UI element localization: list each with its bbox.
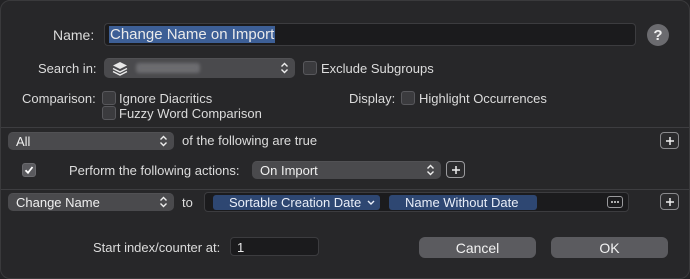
match-mode-popup[interactable]: All (8, 132, 174, 150)
separator (1, 127, 689, 128)
updown-chevron-icon (160, 196, 167, 208)
action-popup[interactable]: Change Name (8, 193, 174, 211)
help-icon: ? (653, 26, 663, 44)
perform-actions-label: Perform the following actions: (69, 163, 240, 178)
plus-icon (665, 136, 674, 145)
display-label: Display: (349, 91, 396, 106)
name-field[interactable]: Change Name on Import (104, 23, 636, 46)
cancel-button[interactable]: Cancel (419, 237, 536, 258)
perform-actions-checkbox[interactable] (22, 163, 36, 177)
ok-label: OK (599, 239, 620, 256)
token-label: Name Without Date (405, 195, 519, 210)
action-value: Change Name (16, 194, 100, 210)
checkmark-icon (24, 166, 34, 175)
add-condition-button[interactable] (660, 132, 679, 149)
exclude-subgroups-label: Exclude Subgroups (321, 61, 434, 76)
smart-rule-dialog: Name: Change Name on Import ? Search in:… (0, 0, 690, 279)
updown-chevron-icon (427, 164, 434, 176)
search-in-label: Search in: (38, 61, 97, 76)
ignore-diacritics-label: Ignore Diacritics (119, 91, 213, 106)
separator (1, 189, 689, 190)
ignore-diacritics-checkbox[interactable] (102, 91, 116, 105)
cancel-label: Cancel (455, 239, 500, 256)
trigger-popup[interactable]: On Import (252, 161, 441, 179)
name-without-date-token[interactable]: Name Without Date (389, 195, 537, 210)
database-stack-icon (112, 61, 128, 76)
ok-button[interactable]: OK (551, 237, 668, 258)
add-trigger-button[interactable] (446, 161, 465, 178)
add-action-button[interactable] (660, 193, 679, 210)
updown-chevron-icon (160, 135, 167, 147)
plus-icon (451, 165, 460, 174)
ellipsis-icon (611, 201, 619, 203)
plus-icon (665, 197, 674, 206)
fuzzy-word-checkbox[interactable] (102, 106, 116, 120)
to-label: to (182, 195, 193, 210)
start-index-field[interactable]: 1 (230, 237, 319, 256)
match-suffix-label: of the following are true (182, 133, 318, 148)
match-mode-value: All (16, 133, 31, 149)
name-label: Name: (53, 27, 95, 43)
exclude-subgroups-checkbox[interactable] (303, 61, 317, 75)
sortable-creation-date-token[interactable]: Sortable Creation Date (213, 195, 380, 210)
start-index-label: Start index/counter at: (93, 240, 221, 255)
highlight-occurrences-label: Highlight Occurrences (419, 91, 547, 106)
search-in-popup[interactable] (104, 58, 295, 78)
fuzzy-word-label: Fuzzy Word Comparison (119, 106, 262, 121)
start-index-value: 1 (237, 240, 245, 255)
highlight-occurrences-checkbox[interactable] (401, 91, 415, 105)
insert-placeholder-button[interactable] (607, 196, 623, 208)
trigger-value: On Import (260, 162, 318, 178)
name-field-text: Change Name on Import (109, 26, 276, 43)
name-format-field[interactable]: Sortable Creation Date Name Without Date (204, 192, 629, 212)
chevron-down-icon (367, 200, 375, 205)
help-button[interactable]: ? (647, 24, 669, 46)
updown-chevron-icon (281, 62, 288, 74)
database-name-redacted (136, 63, 200, 73)
comparison-label: Comparison: (22, 91, 96, 106)
token-label: Sortable Creation Date (229, 195, 362, 210)
